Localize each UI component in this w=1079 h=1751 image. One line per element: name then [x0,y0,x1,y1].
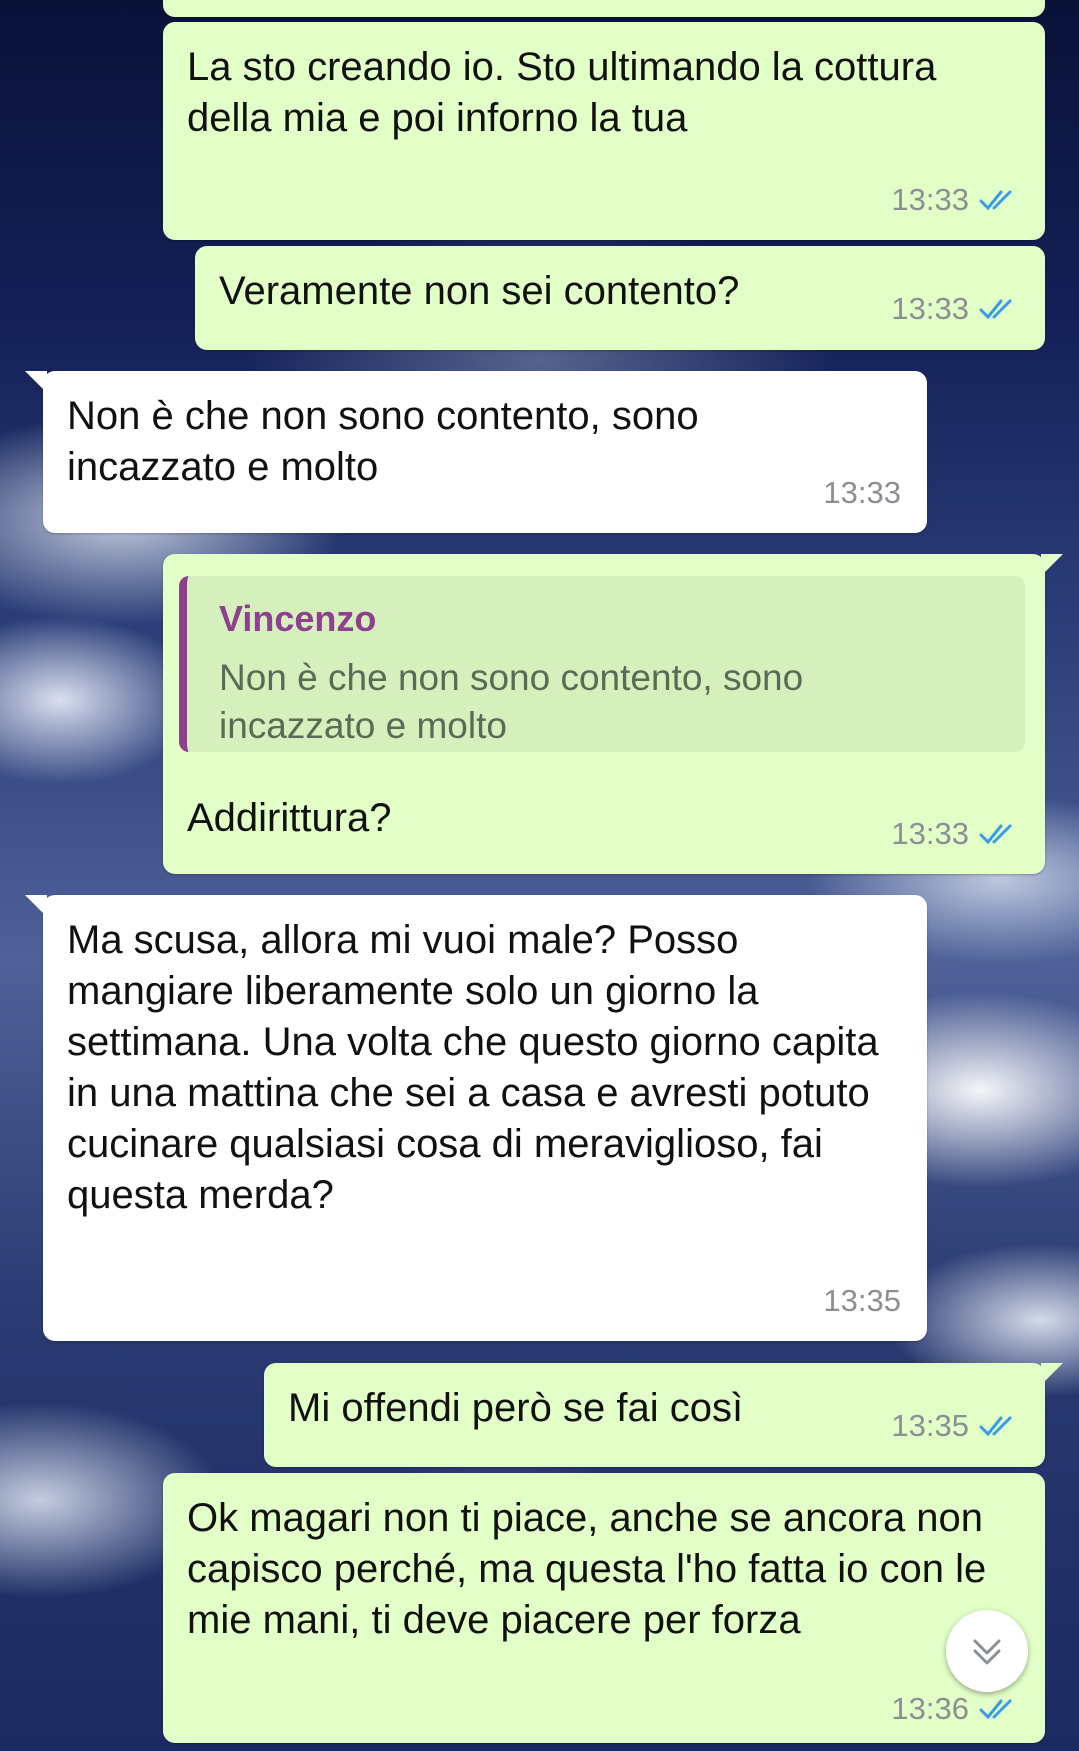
message-text: Mi offendi però se fai così [288,1386,744,1430]
message-meta: 13:33 [891,291,1019,327]
message-time: 13:35 [823,1283,901,1318]
message-time: 13:35 [891,1408,969,1443]
double-check-icon [979,1699,1012,1720]
double-check-icon [979,1416,1012,1437]
message-text: Addirittura? [187,796,392,840]
message-meta: 13:35 [891,1408,1019,1444]
message-meta: 13:33 [891,816,1019,852]
double-check-icon [979,824,1012,845]
message-time: 13:33 [891,182,969,217]
scroll-to-bottom-button[interactable] [946,1610,1028,1692]
message-meta: 13:36 [891,1691,1019,1727]
message-meta: 13:33 [891,182,1019,218]
message-bubble-outgoing[interactable]: Ok magari non ti piace, anche se ancora … [163,1473,1045,1743]
message-time: 13:33 [891,291,969,326]
message-text: La sto creando io. Sto ultimando la cott… [187,45,937,140]
message-meta: 13:33 [823,475,901,511]
message-bubble-incoming[interactable]: Non è che non sono contento, sono incazz… [25,371,927,533]
message-time: 13:36 [891,1691,969,1726]
message-bubble-outgoing[interactable]: La sto creando io. Sto ultimando la cott… [163,22,1045,240]
message-text: Veramente non sei contento? [219,269,740,313]
message-bubble-incoming[interactable]: Ma scusa, allora mi vuoi male? Posso man… [25,895,927,1341]
double-check-icon [979,190,1012,211]
quote-author: Vincenzo [219,598,377,639]
message-bubble-outgoing[interactable]: Mi offendi però se fai così 13:35 [264,1363,1063,1467]
message-text: Ma scusa, allora mi vuoi male? Posso man… [67,918,879,1217]
message-time: 13:33 [823,475,901,510]
double-check-icon [979,299,1012,320]
message-time: 13:33 [891,816,969,851]
message-bubble-outgoing[interactable]: Veramente non sei contento? 13:33 [195,246,1045,350]
message-text: Non è che non sono contento, sono incazz… [67,394,699,489]
message-bubble-outgoing-partial[interactable] [163,0,1045,17]
quote-text: Non è che non sono contento, sono incazz… [219,657,804,746]
message-text: Ok magari non ti piace, anche se ancora … [187,1496,987,1642]
message-meta: 13:35 [823,1283,901,1319]
quoted-message[interactable]: Vincenzo Non è che non sono contento, so… [179,576,1025,752]
chevron-down-icon [973,1639,1001,1665]
message-bubble-outgoing-reply[interactable]: Vincenzo Non è che non sono contento, so… [163,554,1063,874]
